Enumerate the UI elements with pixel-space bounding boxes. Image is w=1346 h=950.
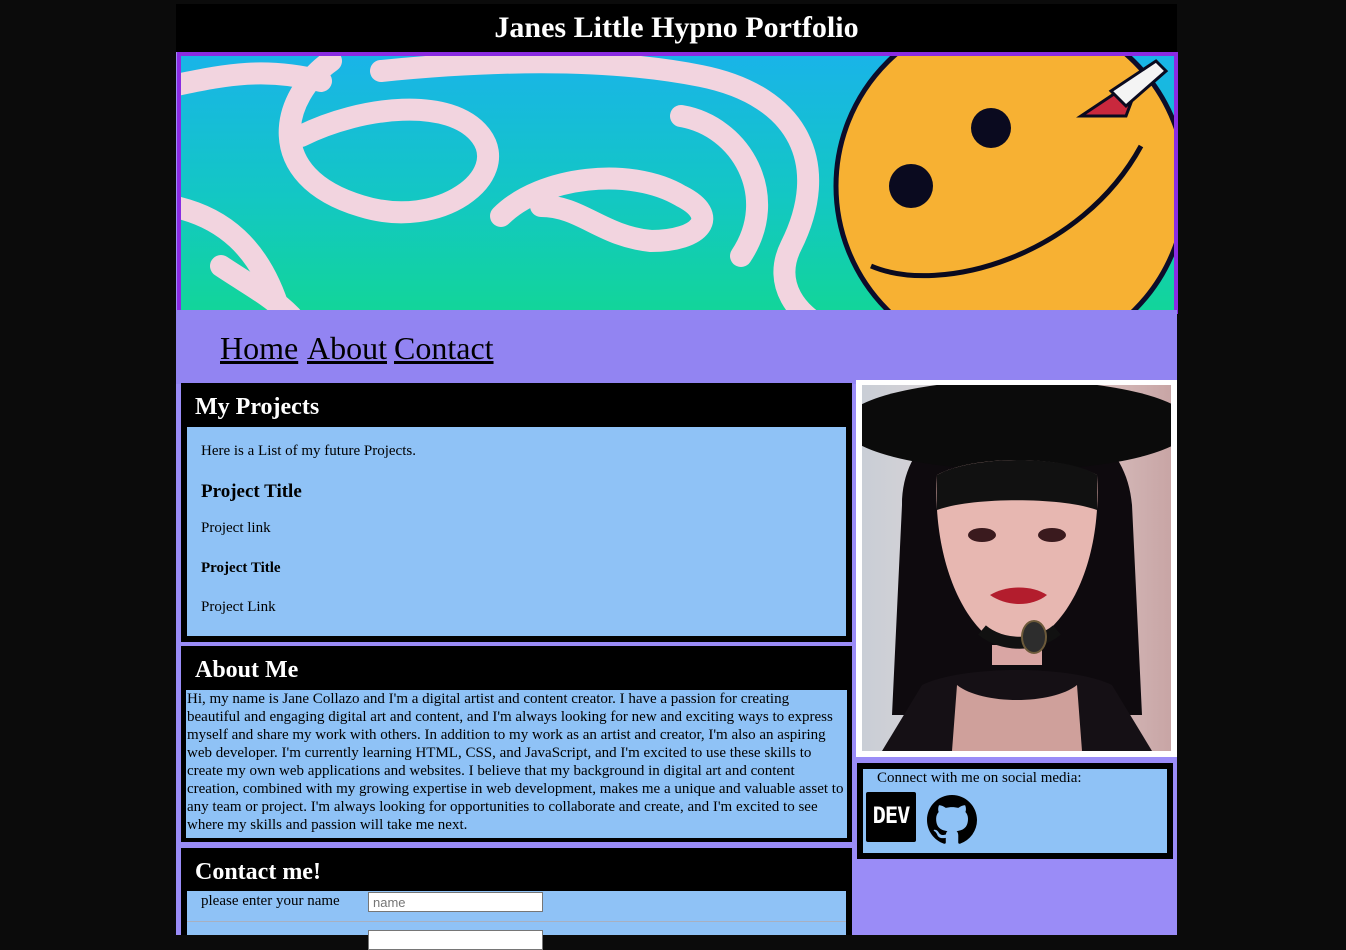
about-section: About Me Hi, my name is Jane Collazo and… <box>181 646 852 842</box>
projects-intro: Here is a List of my future Projects. <box>201 443 416 459</box>
projects-heading: My Projects <box>195 394 320 420</box>
form-row: please enter your name <box>187 891 846 922</box>
contact-form: please enter your name <box>187 891 846 950</box>
project-link[interactable]: Project Link <box>201 599 276 616</box>
banner-illustration <box>181 56 1174 310</box>
dev-icon[interactable]: DEV <box>866 792 916 842</box>
nav-link-contact[interactable]: Contact <box>394 330 494 367</box>
second-input[interactable] <box>368 930 543 950</box>
nav-link-about[interactable]: About <box>307 330 387 367</box>
hero-banner <box>177 52 1178 314</box>
project-title: Project Title <box>201 560 281 576</box>
contact-heading: Contact me! <box>195 859 321 885</box>
project-link[interactable]: Project link <box>201 520 271 537</box>
name-label: please enter your name <box>201 893 340 909</box>
projects-section: My Projects Here is a List of my future … <box>181 383 852 642</box>
project-title: Project Title <box>201 481 302 502</box>
projects-panel: Here is a List of my future Projects. Pr… <box>187 427 846 636</box>
nav-link-home[interactable]: Home <box>220 330 298 367</box>
profile-photo <box>862 385 1171 751</box>
site-title: Janes Little Hypno Portfolio <box>176 4 1177 52</box>
contact-section: Contact me! please enter your name <box>181 848 852 950</box>
name-input[interactable] <box>368 892 543 912</box>
about-heading: About Me <box>195 657 299 683</box>
profile-photo-frame <box>856 380 1177 757</box>
social-section: Connect with me on social media: DEV <box>857 763 1173 859</box>
main-nav: Home About Contact <box>176 310 1177 384</box>
social-caption: Connect with me on social media: <box>877 770 1082 786</box>
social-panel: Connect with me on social media: DEV <box>863 769 1167 853</box>
about-text: Hi, my name is Jane Collazo and I'm a di… <box>186 690 847 838</box>
github-icon[interactable] <box>927 795 977 845</box>
